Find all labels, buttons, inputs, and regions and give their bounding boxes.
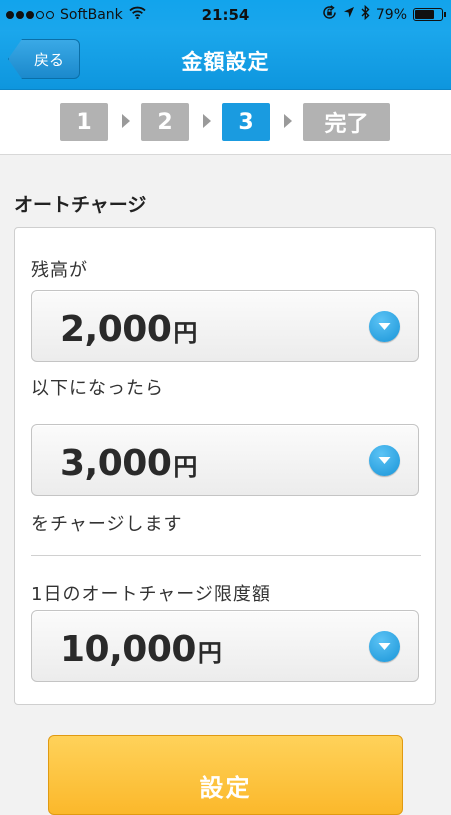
charge-amount-select[interactable]: 3,000 円 [31,424,419,496]
step-arrow-icon [122,114,130,128]
chevron-down-icon [369,311,400,342]
threshold-amount-select[interactable]: 2,000 円 [31,290,419,362]
chevron-down-icon [369,631,400,662]
auto-charge-card: 残高が 2,000 円 以下になったら 3,000 円 をチャージします 1日の… [14,227,436,705]
select-value: 10,000 円 [60,629,222,670]
select-value: 2,000 円 [60,309,197,350]
step-3: 3 [222,103,270,141]
currency-unit: 円 [197,639,222,667]
daily-limit-amount: 10,000 [60,629,196,670]
status-bar: SoftBank 21:54 79% [0,0,451,30]
status-right: 79% [322,4,446,24]
section-title: オートチャージ [14,194,147,216]
location-icon [343,6,355,23]
charge-amount: 3,000 [60,443,172,484]
page-title: 金額設定 [181,50,270,74]
step-complete: 完了 [303,103,390,141]
currency-unit: 円 [173,453,198,481]
below-label: 以下になったら [31,378,164,399]
orientation-lock-icon [322,5,337,24]
currency-unit: 円 [173,319,198,347]
divider [31,555,421,556]
daily-limit-label: 1日のオートチャージ限度額 [31,584,271,605]
battery-icon [413,8,446,21]
navigation-bar: 戻る 金額設定 [0,30,451,90]
confirm-button[interactable]: 設定 [48,735,403,815]
step-2: 2 [141,103,189,141]
threshold-amount: 2,000 [60,309,172,350]
chevron-down-icon [369,445,400,476]
daily-limit-select[interactable]: 10,000 円 [31,610,419,682]
charge-label: をチャージします [31,514,183,535]
step-1: 1 [60,103,108,141]
select-value: 3,000 円 [60,443,197,484]
balance-label: 残高が [31,260,88,281]
step-arrow-icon [203,114,211,128]
battery-level [415,10,434,19]
step-arrow-icon [284,114,292,128]
step-indicator: 1 2 3 完了 [0,90,451,155]
battery-percent: 79% [375,6,407,23]
bluetooth-icon [361,4,370,24]
